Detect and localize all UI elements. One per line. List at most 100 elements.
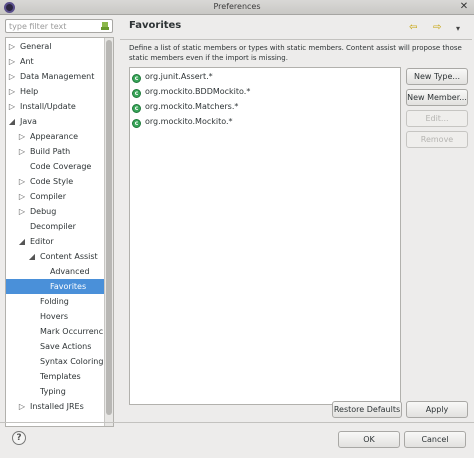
tree-item[interactable]: ▷ Appearance (6, 129, 104, 144)
tree-item-label: Installed JREs (30, 402, 84, 411)
tree-item[interactable]: ▷ Help (6, 84, 104, 99)
tree-item[interactable]: ▷ General (6, 39, 104, 54)
tree-item[interactable]: Typing (6, 384, 104, 399)
static-import-icon: c (132, 74, 141, 83)
tree-item[interactable]: Folding (6, 294, 104, 309)
apply-button[interactable]: Apply (406, 401, 468, 418)
tree-item-label: Compiler (30, 192, 67, 201)
restore-defaults-button[interactable]: Restore Defaults (332, 401, 402, 418)
tree-item-label: Code Coverage (30, 162, 92, 171)
tree-item-label: Typing (40, 387, 66, 396)
tree-item-label: Install/Update (20, 102, 76, 111)
collapsed-arrow-icon[interactable]: ▷ (8, 99, 16, 114)
tree-item[interactable]: Syntax Coloring (6, 354, 104, 369)
tree-item-label: Editor (30, 237, 54, 246)
tree-item-label: Content Assist (40, 252, 98, 261)
collapsed-arrow-icon[interactable]: ▷ (8, 54, 16, 69)
tree-item-label: Ant (20, 57, 34, 66)
collapsed-arrow-icon[interactable]: ▷ (8, 39, 16, 54)
tree-item-label: Decompiler (30, 222, 76, 231)
tree-item[interactable]: ▷ Ant (6, 54, 104, 69)
tree-item[interactable]: ▷ Build Path (6, 144, 104, 159)
collapsed-arrow-icon[interactable]: ▷ (8, 84, 16, 99)
header-divider (120, 39, 472, 40)
collapsed-arrow-icon[interactable]: ▷ (18, 144, 26, 159)
expanded-arrow-icon[interactable]: ◢ (28, 249, 36, 264)
window-title: Preferences (213, 2, 261, 11)
tree-scrollbar[interactable] (104, 38, 113, 426)
tree-item-label: Debug (30, 207, 57, 216)
collapsed-arrow-icon[interactable]: ▷ (18, 399, 26, 414)
tree-item-label: Folding (40, 297, 69, 306)
tree-item[interactable]: ▷ Install/Update (6, 99, 104, 114)
static-import-icon: c (132, 119, 141, 128)
tree-item[interactable]: ▷ Debug (6, 204, 104, 219)
tree-item-label: Build Path (30, 147, 71, 156)
tree-scrollbar-thumb[interactable] (106, 40, 112, 415)
ok-button[interactable]: OK (338, 431, 400, 448)
tree-item[interactable]: ▷ Installed JREs (6, 399, 104, 414)
static-import-icon: c (132, 104, 141, 113)
tree-item-label: Code Style (30, 177, 74, 186)
tree-item[interactable]: Favorites (6, 279, 104, 294)
page-description: Define a list of static members or types… (129, 44, 462, 62)
cancel-button[interactable]: Cancel (404, 431, 466, 448)
list-item[interactable]: c org.mockito.Mockito.* (132, 115, 233, 129)
tree-item-label: General (20, 42, 52, 51)
favorite-label: org.mockito.BDDMockito.* (145, 87, 251, 96)
edit-button[interactable]: Edit... (406, 110, 468, 127)
tree-item[interactable]: ◢ Editor (6, 234, 104, 249)
remove-button[interactable]: Remove (406, 131, 468, 148)
favorites-page: Favorites ⇦ ⇨ ▾ Define a list of static … (120, 17, 472, 422)
footer-divider (0, 422, 474, 423)
collapsed-arrow-icon[interactable]: ▷ (8, 69, 16, 84)
tree-item-label: Favorites (50, 282, 87, 291)
page-title: Favorites (129, 20, 182, 31)
preferences-tree[interactable]: ▷ General ▷ Ant ▷ Data Management ▷ Help ▷ Instal… (5, 37, 114, 427)
help-icon[interactable]: ? (12, 431, 26, 445)
tree-item-label: Java (20, 117, 37, 126)
favorites-list[interactable]: c org.junit.Assert.* c org.mockito.BDDMock… (129, 67, 401, 405)
favorite-label: org.mockito.Matchers.* (145, 102, 239, 111)
new-type-button[interactable]: New Type... (406, 68, 468, 85)
list-item[interactable]: c org.mockito.BDDMockito.* (132, 85, 250, 99)
tree-item[interactable]: Decompiler (6, 219, 104, 234)
tree-item-label: Advanced (50, 267, 90, 276)
collapsed-arrow-icon[interactable]: ▷ (18, 204, 26, 219)
tree-item-label: Hovers (40, 312, 69, 321)
collapsed-arrow-icon[interactable]: ▷ (18, 189, 26, 204)
tree-item[interactable]: Templates (6, 369, 104, 384)
tree-item[interactable]: Hovers (6, 309, 104, 324)
tree-item-label: Help (20, 87, 39, 96)
tree-item[interactable]: Mark Occurrenc (6, 324, 104, 339)
expanded-arrow-icon[interactable]: ◢ (8, 114, 16, 129)
favorite-label: org.mockito.Mockito.* (145, 117, 233, 126)
tree-item[interactable]: ◢ Content Assist (6, 249, 104, 264)
tree-item[interactable]: ▷ Code Style (6, 174, 104, 189)
tree-item-label: Appearance (30, 132, 79, 141)
tree-item-label: Data Management (20, 72, 95, 81)
tree-item[interactable]: Code Coverage (6, 159, 104, 174)
tree-item[interactable]: ▷ Compiler (6, 189, 104, 204)
title-bar: Preferences ✕ (0, 0, 474, 15)
tree-item[interactable]: Advanced (6, 264, 104, 279)
new-member-button[interactable]: New Member... (406, 89, 468, 106)
list-item[interactable]: c org.mockito.Matchers.* (132, 100, 238, 114)
forward-arrow-icon[interactable]: ⇨ (433, 22, 441, 33)
filter-input[interactable]: type filter text (5, 19, 113, 33)
back-arrow-icon[interactable]: ⇦ (409, 22, 417, 33)
close-icon[interactable]: ✕ (458, 1, 470, 13)
collapsed-arrow-icon[interactable]: ▷ (18, 129, 26, 144)
collapsed-arrow-icon[interactable]: ▷ (18, 174, 26, 189)
tree-item-label: Templates (40, 372, 81, 381)
tree-item[interactable]: Save Actions (6, 339, 104, 354)
view-menu-icon[interactable]: ▾ (456, 24, 460, 33)
tree-item[interactable]: ◢ Java (6, 114, 104, 129)
clear-filter-icon[interactable] (100, 21, 110, 31)
preferences-navigation: type filter text ▷ General ▷ Ant ▷ Data Manag… (4, 17, 114, 427)
expanded-arrow-icon[interactable]: ◢ (18, 234, 26, 249)
static-import-icon: c (132, 89, 141, 98)
list-item[interactable]: c org.junit.Assert.* (132, 70, 213, 84)
tree-item[interactable]: ▷ Data Management (6, 69, 104, 84)
filter-placeholder: type filter text (9, 22, 67, 31)
